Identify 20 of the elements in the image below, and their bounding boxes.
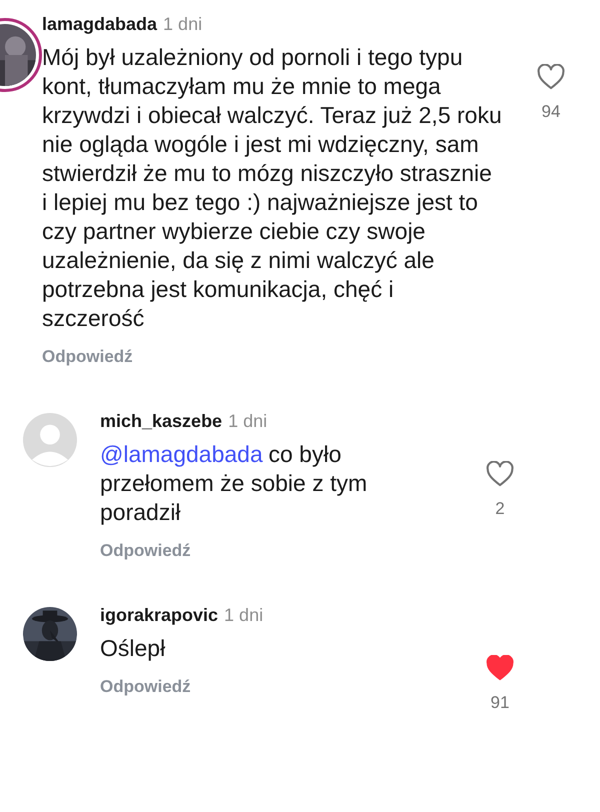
username[interactable]: mich_kaszebe: [100, 411, 222, 432]
heart-icon[interactable]: [486, 461, 514, 487]
default-avatar-icon: [23, 413, 77, 467]
comment-time: 1 dni: [224, 605, 264, 626]
reply-link[interactable]: Odpowiedź: [100, 541, 191, 561]
comment-text: @lamagdabada co było przełomem że sobie z tym poradził: [100, 440, 368, 527]
like-count: 91: [490, 693, 510, 713]
comment-text: Oślepł: [100, 634, 166, 663]
username[interactable]: igorakrapovic: [100, 605, 218, 626]
mention-link[interactable]: @lamagdabada: [100, 441, 263, 467]
username[interactable]: lamagdabada: [42, 14, 158, 35]
reply-link[interactable]: Odpowiedź: [42, 347, 133, 367]
reply-link[interactable]: Odpowiedź: [100, 677, 191, 697]
heart-icon[interactable]: [537, 64, 565, 90]
comment-time: 1 dni: [228, 411, 268, 432]
comment-text: Mój był uzależniony od pornoli i tego typu kont, tłumaczyłam mu że mnie to mega krzywdzi i obiecał walczyć. Teraz już 2,5 roku nie ogląda wogóle i jest mi wdzięczny, sam stwierdził że mu to mózg niszczyło strasznie i lepiej mu bez tego :) najważniejsze jest to czy partner wybierze ciebie czy swoje uzależnienie, da się z nimi walczyć ale potrzebna jest komunikacja, chęć i szczerość: [42, 43, 502, 333]
filled-heart-icon[interactable]: [486, 655, 514, 681]
like-count: 2: [495, 499, 505, 519]
like-count: 94: [542, 102, 560, 122]
comment-time: 1 dni: [163, 14, 202, 35]
